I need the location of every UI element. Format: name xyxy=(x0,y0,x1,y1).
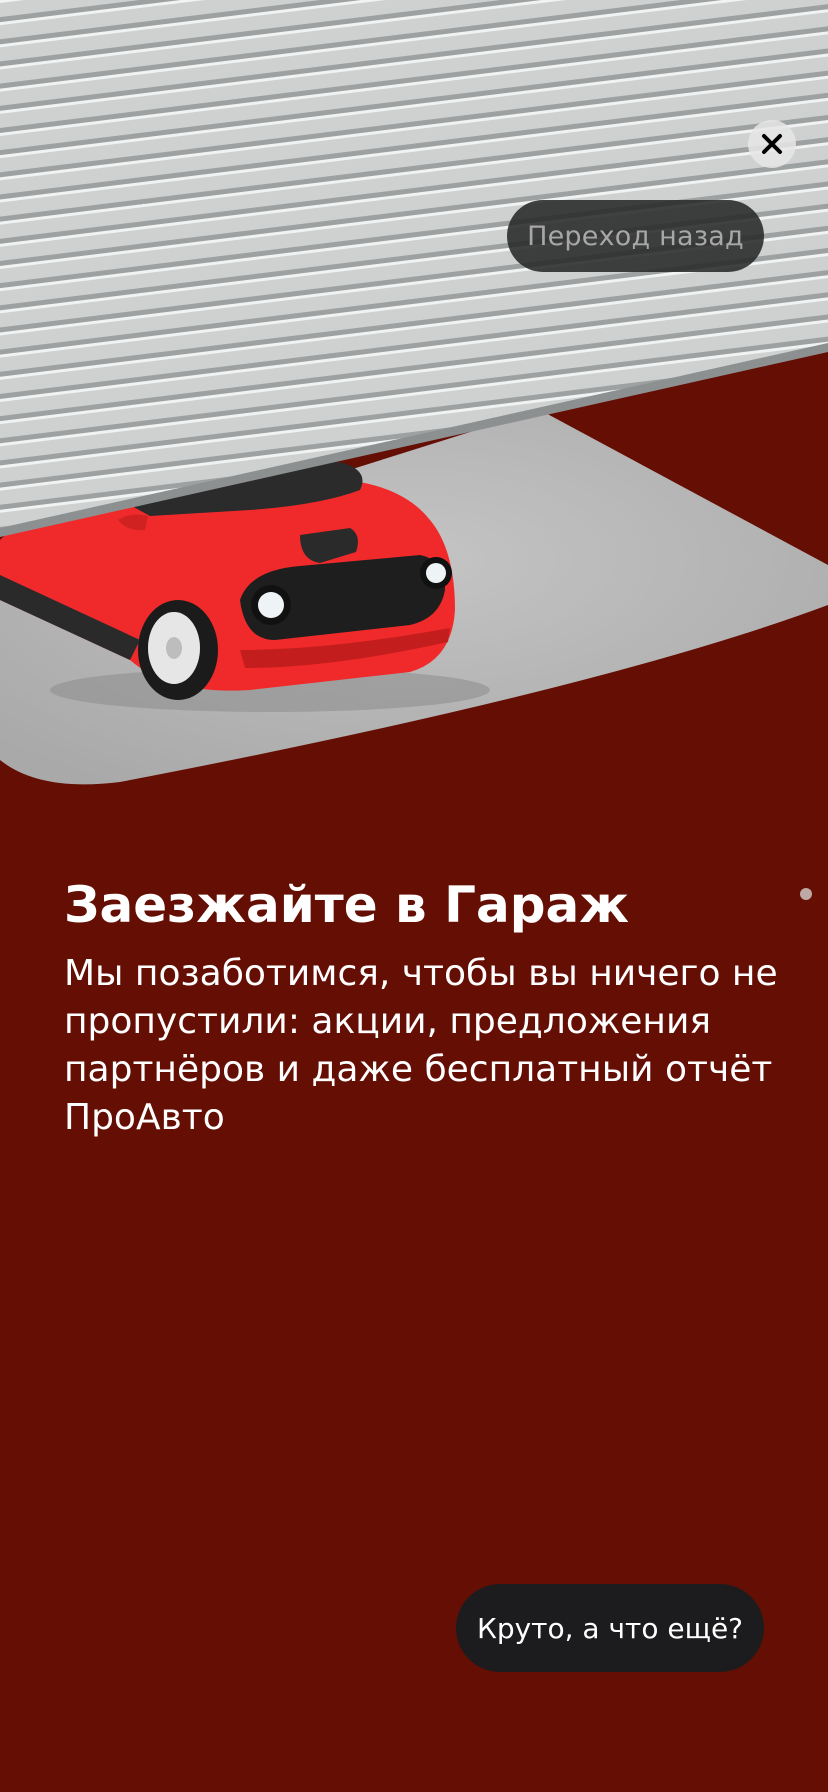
close-button[interactable] xyxy=(748,120,796,168)
close-icon xyxy=(762,134,782,154)
page-indicator-dot xyxy=(800,888,812,900)
garage-car-illustration xyxy=(0,0,828,800)
back-navigation-hint[interactable]: Переход назад xyxy=(507,200,764,272)
onboarding-screen: Переход назад Заезжайте в Гараж Мы позаб… xyxy=(0,0,828,1792)
onboarding-description: Мы позаботимся, чтобы вы ничего не пропу… xyxy=(64,953,778,1138)
onboarding-title: Заезжайте в Гараж xyxy=(64,876,629,934)
next-button[interactable]: Круто, а что ещё? xyxy=(456,1584,764,1672)
